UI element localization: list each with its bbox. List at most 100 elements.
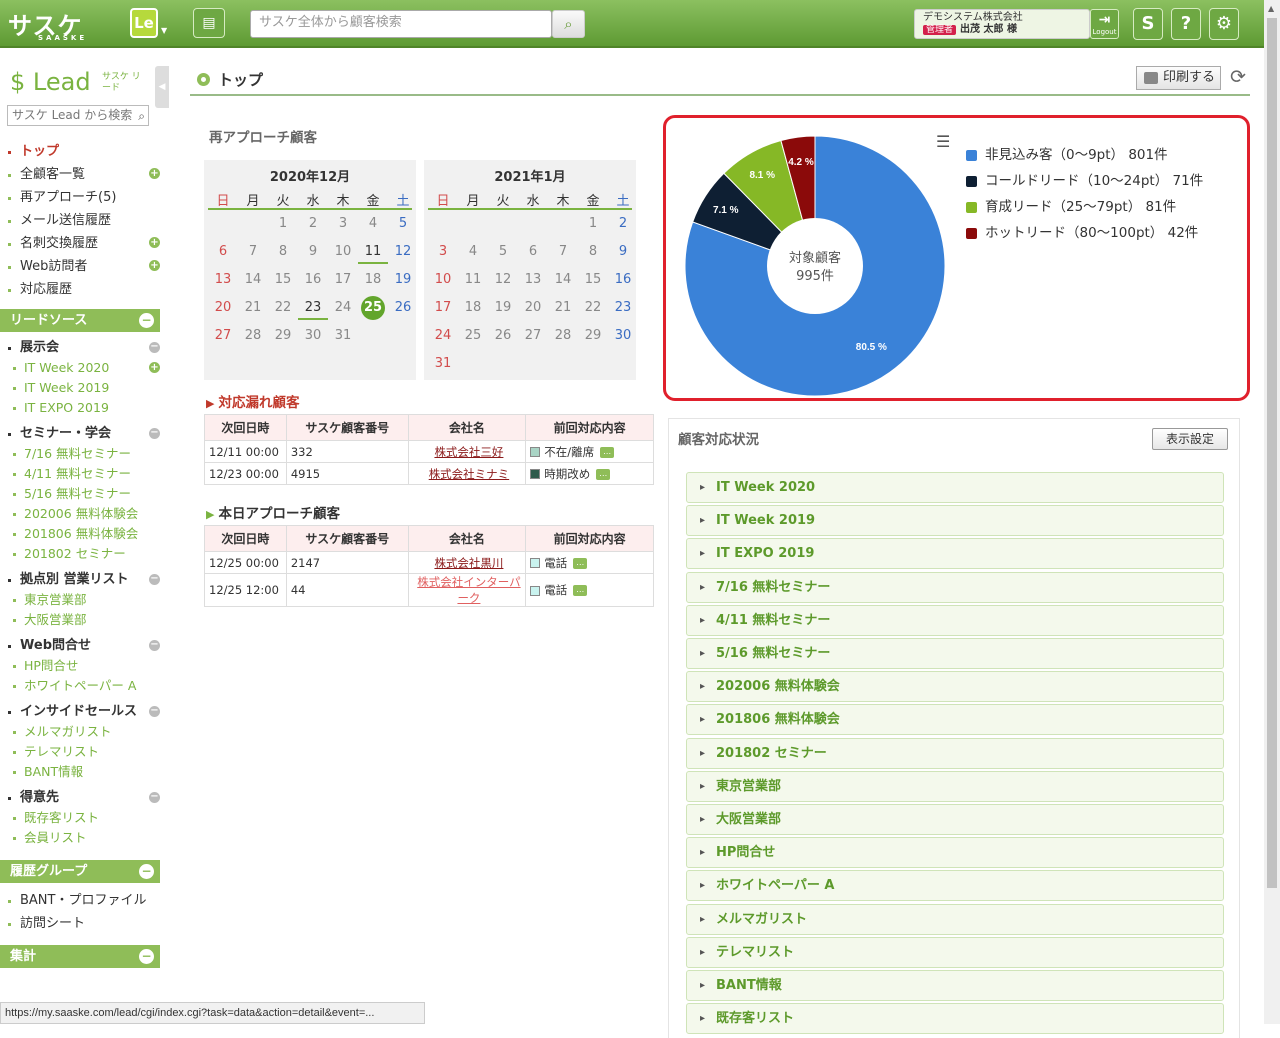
calendar-day[interactable]: 4 bbox=[358, 214, 388, 234]
lead-source-item[interactable]: HP問合せ bbox=[0, 656, 170, 676]
calendar-day[interactable]: 5 bbox=[488, 242, 518, 262]
calendar-day[interactable]: 24 bbox=[328, 298, 358, 318]
plus-icon[interactable]: + bbox=[149, 362, 160, 373]
calendar-day[interactable]: 21 bbox=[238, 298, 268, 318]
sidebar-item[interactable]: Web訪問者 + bbox=[0, 255, 170, 278]
calendar-day[interactable]: 14 bbox=[548, 270, 578, 290]
sidebar-item[interactable]: 全顧客一覧 + bbox=[0, 163, 170, 186]
calendar-day[interactable]: 31 bbox=[328, 326, 358, 346]
lead-source-group[interactable]: セミナー・学会 − bbox=[0, 424, 170, 444]
le-app-button[interactable]: Le bbox=[130, 8, 158, 38]
calendar-day[interactable]: 17 bbox=[428, 298, 458, 318]
logout-button[interactable]: ⇥ Logout bbox=[1090, 9, 1119, 39]
calendar-day[interactable]: 26 bbox=[488, 326, 518, 346]
calendar-day[interactable]: 23 bbox=[608, 298, 638, 318]
legend-item[interactable]: ホットリード（80〜100pt） 42件 bbox=[966, 224, 1203, 250]
calendar-day[interactable]: 26 bbox=[388, 298, 418, 318]
status-accordion-item[interactable]: 東京営業部 bbox=[686, 770, 1224, 802]
status-accordion-item[interactable]: 4/11 無料セミナー bbox=[686, 604, 1224, 636]
lead-source-item[interactable]: 東京営業部 bbox=[0, 590, 170, 610]
lead-source-item[interactable]: 202006 無料体験会 bbox=[0, 504, 170, 524]
table-header[interactable]: 次回日時 bbox=[204, 525, 287, 552]
gear-icon[interactable]: ⚙ bbox=[1209, 8, 1239, 40]
calendar-day[interactable]: 20 bbox=[518, 298, 548, 318]
table-header[interactable]: 前回対応内容 bbox=[525, 525, 654, 552]
lead-logo[interactable]: $ Lead サスケ リード bbox=[10, 68, 141, 96]
lead-source-item[interactable]: 既存客リスト bbox=[0, 808, 170, 828]
status-accordion-item[interactable]: 大阪営業部 bbox=[686, 804, 1224, 835]
home-icon[interactable]: S bbox=[1133, 8, 1163, 40]
calendar-day[interactable]: 16 bbox=[608, 270, 638, 290]
legend-item[interactable]: 育成リード（25〜79pt） 81件 bbox=[966, 198, 1203, 224]
calendar-day[interactable]: 16 bbox=[298, 270, 328, 290]
calendar-day[interactable]: 15 bbox=[268, 270, 298, 290]
lead-source-item[interactable]: テレマリスト bbox=[0, 742, 170, 762]
calendar-day[interactable]: 2 bbox=[298, 214, 328, 234]
table-header[interactable]: 次回日時 bbox=[204, 414, 287, 441]
plus-icon[interactable]: + bbox=[149, 237, 160, 248]
table-header[interactable]: 前回対応内容 bbox=[525, 414, 654, 441]
lead-source-item[interactable]: 大阪営業部 bbox=[0, 610, 170, 630]
calendar-day[interactable]: 12 bbox=[488, 270, 518, 290]
search-icon[interactable]: ⌕ bbox=[138, 107, 145, 126]
table-row[interactable]: 12/25 00:00 2147 株式会社黒川 電話… bbox=[204, 551, 654, 574]
sidebar-collapse-tab[interactable]: ◀ bbox=[155, 66, 169, 108]
calendar-day[interactable]: 30 bbox=[608, 326, 638, 346]
calendar-day[interactable]: 29 bbox=[578, 326, 608, 346]
sidebar-item[interactable]: 名刺交換履歴 + bbox=[0, 232, 170, 255]
lead-source-item[interactable]: ホワイトペーパー A bbox=[0, 676, 170, 696]
status-accordion-item[interactable]: 202006 無料体験会 bbox=[686, 671, 1224, 703]
lead-source-item[interactable]: 7/16 無料セミナー bbox=[0, 444, 170, 464]
calendar-day[interactable]: 18 bbox=[358, 270, 388, 290]
comment-icon[interactable]: … bbox=[596, 468, 611, 480]
lead-source-item[interactable]: IT Week 2020 + bbox=[0, 358, 170, 378]
collapse-icon[interactable]: − bbox=[149, 640, 160, 651]
calendar-day[interactable]: 10 bbox=[428, 270, 458, 290]
collapse-icon[interactable]: − bbox=[139, 313, 154, 328]
table-header[interactable]: サスケ顧客番号 bbox=[285, 525, 409, 552]
calendar-day[interactable]: 4 bbox=[458, 242, 488, 262]
status-accordion-item[interactable]: IT Week 2020 bbox=[686, 472, 1224, 503]
history-group-header[interactable]: 履歴グループ − bbox=[0, 860, 160, 883]
scrollbar-thumb[interactable] bbox=[1267, 18, 1277, 888]
saaske-logo[interactable]: サスケ SAASKE bbox=[8, 6, 84, 42]
aggregate-header[interactable]: 集計 − bbox=[0, 945, 160, 968]
calendar-day[interactable]: 2 bbox=[608, 214, 638, 234]
table-row[interactable]: 12/25 12:00 44 株式会社インターパーク 電話… bbox=[204, 573, 654, 607]
calendar-day[interactable]: 28 bbox=[548, 326, 578, 346]
menu-icon[interactable]: ☰ bbox=[936, 132, 950, 151]
calendar-day[interactable]: 31 bbox=[428, 354, 458, 374]
lead-source-item[interactable]: 201802 セミナー bbox=[0, 544, 170, 564]
calendar-day[interactable]: 3 bbox=[328, 214, 358, 234]
calendar-day[interactable]: 28 bbox=[238, 326, 268, 346]
global-search-input[interactable]: サスケ全体から顧客検索 bbox=[250, 10, 552, 38]
help-icon[interactable]: ? bbox=[1171, 8, 1201, 40]
company-link[interactable]: 株式会社三好 bbox=[407, 440, 527, 463]
lead-source-item[interactable]: 201806 無料体験会 bbox=[0, 524, 170, 544]
calendar-day[interactable]: 10 bbox=[328, 242, 358, 262]
company-link[interactable]: 株式会社ミナミ bbox=[407, 462, 527, 485]
lead-source-group[interactable]: 拠点別 営業リスト − bbox=[0, 570, 170, 590]
calendar-day[interactable]: 11 bbox=[458, 270, 488, 290]
lead-source-group[interactable]: Web問合せ − bbox=[0, 636, 170, 656]
lead-source-header[interactable]: リードソース − bbox=[0, 309, 160, 332]
calendar-day[interactable]: 21 bbox=[548, 298, 578, 318]
status-accordion-item[interactable]: テレマリスト bbox=[686, 936, 1224, 968]
calendar-day[interactable]: 15 bbox=[578, 270, 608, 290]
calendar-day[interactable]: 5 bbox=[388, 214, 418, 234]
sidebar-item[interactable]: トップ bbox=[0, 140, 170, 163]
history-item[interactable]: BANT・プロファイル bbox=[0, 889, 170, 912]
table-row[interactable]: 12/11 00:00 332 株式会社三好 不在/離席… bbox=[204, 440, 654, 463]
status-accordion-item[interactable]: 既存客リスト bbox=[686, 1003, 1224, 1035]
table-header[interactable]: サスケ顧客番号 bbox=[285, 414, 409, 441]
lead-source-item[interactable]: 会員リスト bbox=[0, 828, 170, 848]
calendar-day[interactable]: 7 bbox=[548, 242, 578, 262]
collapse-icon[interactable]: − bbox=[139, 864, 154, 879]
scroll-up-icon[interactable]: ▲ bbox=[1268, 4, 1274, 13]
status-accordion-item[interactable]: 201806 無料体験会 bbox=[686, 704, 1224, 736]
history-item[interactable]: 訪問シート bbox=[0, 912, 170, 935]
refresh-icon[interactable]: ⟳ bbox=[1230, 66, 1246, 88]
sidebar-search-input[interactable]: サスケ Lead から検索 ⌕ bbox=[7, 105, 149, 126]
calendar-day[interactable]: 7 bbox=[238, 242, 268, 262]
calendar-day[interactable]: 13 bbox=[208, 270, 238, 290]
